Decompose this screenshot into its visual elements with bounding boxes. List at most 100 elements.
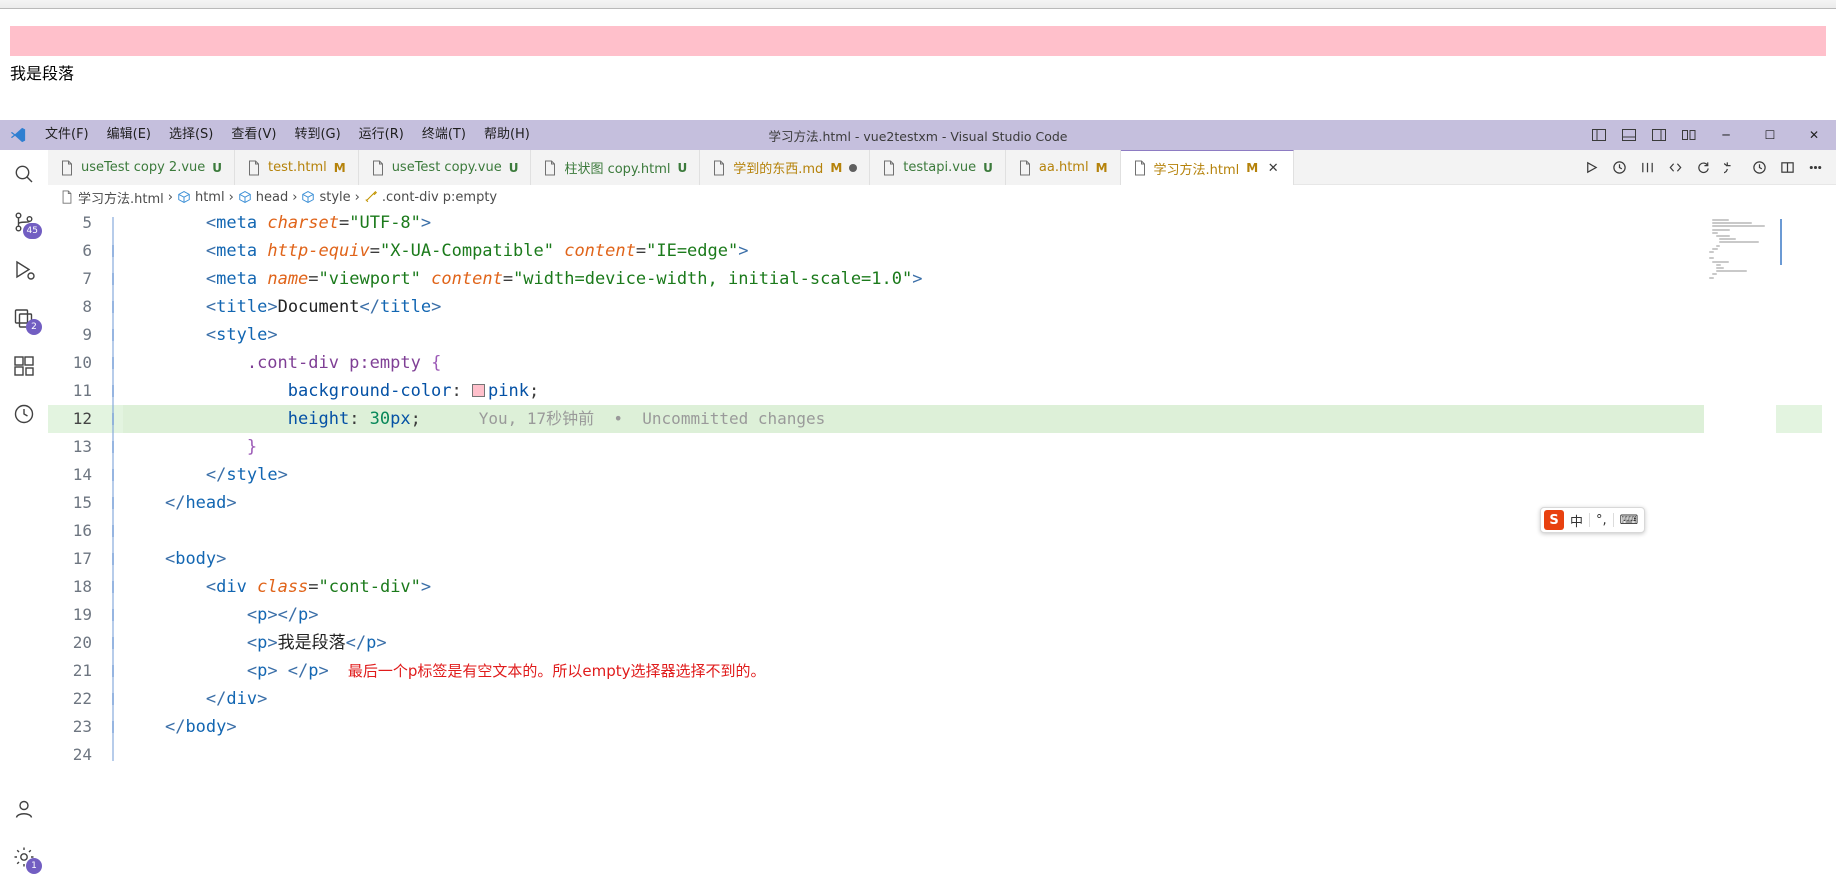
- code-line[interactable]: 22 </div>: [48, 685, 1836, 733]
- line-number: 14: [72, 465, 92, 484]
- toggle-primary-sidebar-icon[interactable]: [1584, 120, 1614, 150]
- code-line[interactable]: 20 <p>我是段落</p>: [48, 629, 1836, 677]
- tab-dirty-indicator[interactable]: [849, 163, 858, 172]
- tab-testapi-vue[interactable]: testapi.vue U: [870, 150, 1006, 185]
- code-lines[interactable]: 5 <meta charset="UTF-8"> 6 <meta http-equ…: [48, 209, 1836, 769]
- breadcrumb-separator: ›: [292, 189, 298, 205]
- minimap-slider[interactable]: [1780, 219, 1782, 265]
- clock-icon[interactable]: [1746, 150, 1772, 185]
- breadcrumb-item-html[interactable]: html: [177, 190, 225, 205]
- menu-file[interactable]: 文件(F): [36, 120, 98, 150]
- refresh-icon[interactable]: [1690, 150, 1716, 185]
- code-line[interactable]: 17 <body>: [48, 545, 1836, 593]
- menu-edit[interactable]: 编辑(E): [98, 120, 160, 150]
- activitybar-item-remote-explorer[interactable]: 2: [0, 294, 48, 342]
- code-line[interactable]: 10 .cont-div p:empty {: [48, 349, 1836, 397]
- line-number: 15: [72, 493, 92, 512]
- code-line[interactable]: 6 <meta http-equiv="X-UA-Compatible" con…: [48, 237, 1836, 285]
- code-line[interactable]: 5 <meta charset="UTF-8">: [48, 209, 1836, 257]
- run-file-icon[interactable]: [1578, 150, 1604, 185]
- remote-explorer-badge: 2: [26, 319, 42, 335]
- code-line[interactable]: 9 <style>: [48, 321, 1836, 369]
- tab-useTest-copy-2-vue[interactable]: useTest copy 2.vue U: [48, 150, 236, 185]
- tab-zhuzhuangtu-copy-html[interactable]: 柱状图 copy.html U: [531, 150, 701, 185]
- ime-mode-label[interactable]: 中: [1570, 511, 1583, 530]
- menu-help[interactable]: 帮助(H): [475, 120, 539, 150]
- code-token: meta: [216, 269, 258, 289]
- editor-vertical-scrollbar[interactable]: [1822, 209, 1836, 881]
- code-token: px: [390, 409, 411, 429]
- toggle-panel-icon[interactable]: [1614, 120, 1644, 150]
- tab-status-badge: M: [1246, 161, 1259, 175]
- menu-terminal[interactable]: 终端(T): [413, 120, 475, 150]
- more-actions-icon[interactable]: [1802, 150, 1828, 185]
- ime-punctuation-label[interactable]: °,: [1596, 513, 1607, 528]
- code-token: >: [277, 465, 288, 485]
- code-token: meta: [216, 241, 258, 261]
- code-line[interactable]: 19 <p></p>: [48, 601, 1836, 649]
- window-maximize-button[interactable]: ☐: [1748, 120, 1792, 150]
- menu-run[interactable]: 运行(R): [350, 120, 413, 150]
- activitybar-item-accounts[interactable]: [0, 785, 48, 833]
- breadcrumb-item-style[interactable]: style: [301, 190, 351, 205]
- code-token: <: [205, 269, 217, 289]
- tab-test-html[interactable]: test.html M: [235, 150, 359, 185]
- history-icon[interactable]: [1606, 150, 1632, 185]
- open-preview-icon[interactable]: [1662, 150, 1688, 185]
- code-line[interactable]: 23 </body>: [48, 713, 1836, 761]
- code-line[interactable]: 21 <p> </p> 最后一个p标签是有空文本的。所以empty选择器选择不到…: [48, 657, 1836, 705]
- activitybar-item-run-and-debug[interactable]: [0, 246, 48, 294]
- activitybar-item-extensions[interactable]: [0, 342, 48, 390]
- customize-layout-icon[interactable]: [1674, 120, 1704, 150]
- code-token: </: [205, 465, 227, 485]
- file-icon: [60, 190, 74, 204]
- breadcrumb-label: .cont-div p:empty: [381, 189, 498, 205]
- breadcrumb-item-selector[interactable]: .cont-div p:empty: [364, 190, 497, 205]
- code-token: >: [257, 689, 268, 709]
- activitybar-item-timeline[interactable]: [0, 390, 48, 438]
- ime-keyboard-icon[interactable]: ⌨: [1620, 513, 1639, 528]
- window-minimize-button[interactable]: ─: [1704, 120, 1748, 150]
- forward-icon[interactable]: [1718, 150, 1744, 185]
- code-editor[interactable]: 5 <meta charset="UTF-8"> 6 <meta http-equ…: [48, 209, 1836, 881]
- code-line[interactable]: 11 background-color: pink;: [48, 377, 1836, 425]
- code-line[interactable]: 13 }: [48, 433, 1836, 481]
- ime-divider: [1589, 513, 1591, 527]
- tab-label: aa.html: [1038, 160, 1089, 175]
- toggle-secondary-sidebar-icon[interactable]: [1644, 120, 1674, 150]
- split-terminal-icon[interactable]: [1634, 150, 1660, 185]
- code-text: </body>: [124, 713, 237, 741]
- code-line[interactable]: 24: [48, 741, 1836, 769]
- breadcrumb-item-head[interactable]: head: [238, 190, 288, 205]
- tab-useTest-copy-vue[interactable]: useTest copy.vue U: [358, 150, 532, 185]
- code-line[interactable]: 12 height: 30px; You, 17秒钟前 • Uncommitte…: [48, 405, 1836, 453]
- code-line[interactable]: 14 </style>: [48, 461, 1836, 509]
- menu-view[interactable]: 查看(V): [222, 120, 285, 150]
- tab-close-icon[interactable]: ✕: [1265, 160, 1281, 176]
- tab-xuedaodedongxi-md[interactable]: 学到的东西.md M: [700, 150, 871, 185]
- ime-status-widget[interactable]: S 中 °, ⌨: [1540, 507, 1646, 533]
- tab-aa-html[interactable]: aa.html M: [1005, 150, 1121, 185]
- menu-go[interactable]: 转到(G): [285, 120, 349, 150]
- code-token: :: [349, 409, 370, 429]
- code-line[interactable]: 8 <title>Document</title>: [48, 293, 1836, 341]
- activitybar-item-search[interactable]: [0, 150, 48, 198]
- code-token: =: [308, 269, 319, 289]
- editor-actions: [1578, 150, 1836, 184]
- split-editor-icon[interactable]: [1774, 150, 1800, 185]
- minimap[interactable]: [1704, 209, 1776, 881]
- window-close-button[interactable]: ✕: [1792, 120, 1836, 150]
- color-swatch-icon[interactable]: [472, 384, 486, 397]
- breadcrumb-item-file[interactable]: 学习方法.html: [60, 188, 164, 207]
- code-line[interactable]: 7 <meta name="viewport" content="width=d…: [48, 265, 1836, 313]
- tab-xuexifangfa-html[interactable]: 学习方法.html M ✕: [1120, 150, 1295, 185]
- activitybar-item-manage-settings[interactable]: 1: [0, 833, 48, 881]
- code-line[interactable]: 18 <div class="cont-div">: [48, 573, 1836, 621]
- code-text: <meta charset="UTF-8">: [124, 209, 431, 237]
- code-token: p: [257, 633, 268, 653]
- activitybar-item-source-control[interactable]: 45: [0, 198, 48, 246]
- menu-selection[interactable]: 选择(S): [160, 120, 222, 150]
